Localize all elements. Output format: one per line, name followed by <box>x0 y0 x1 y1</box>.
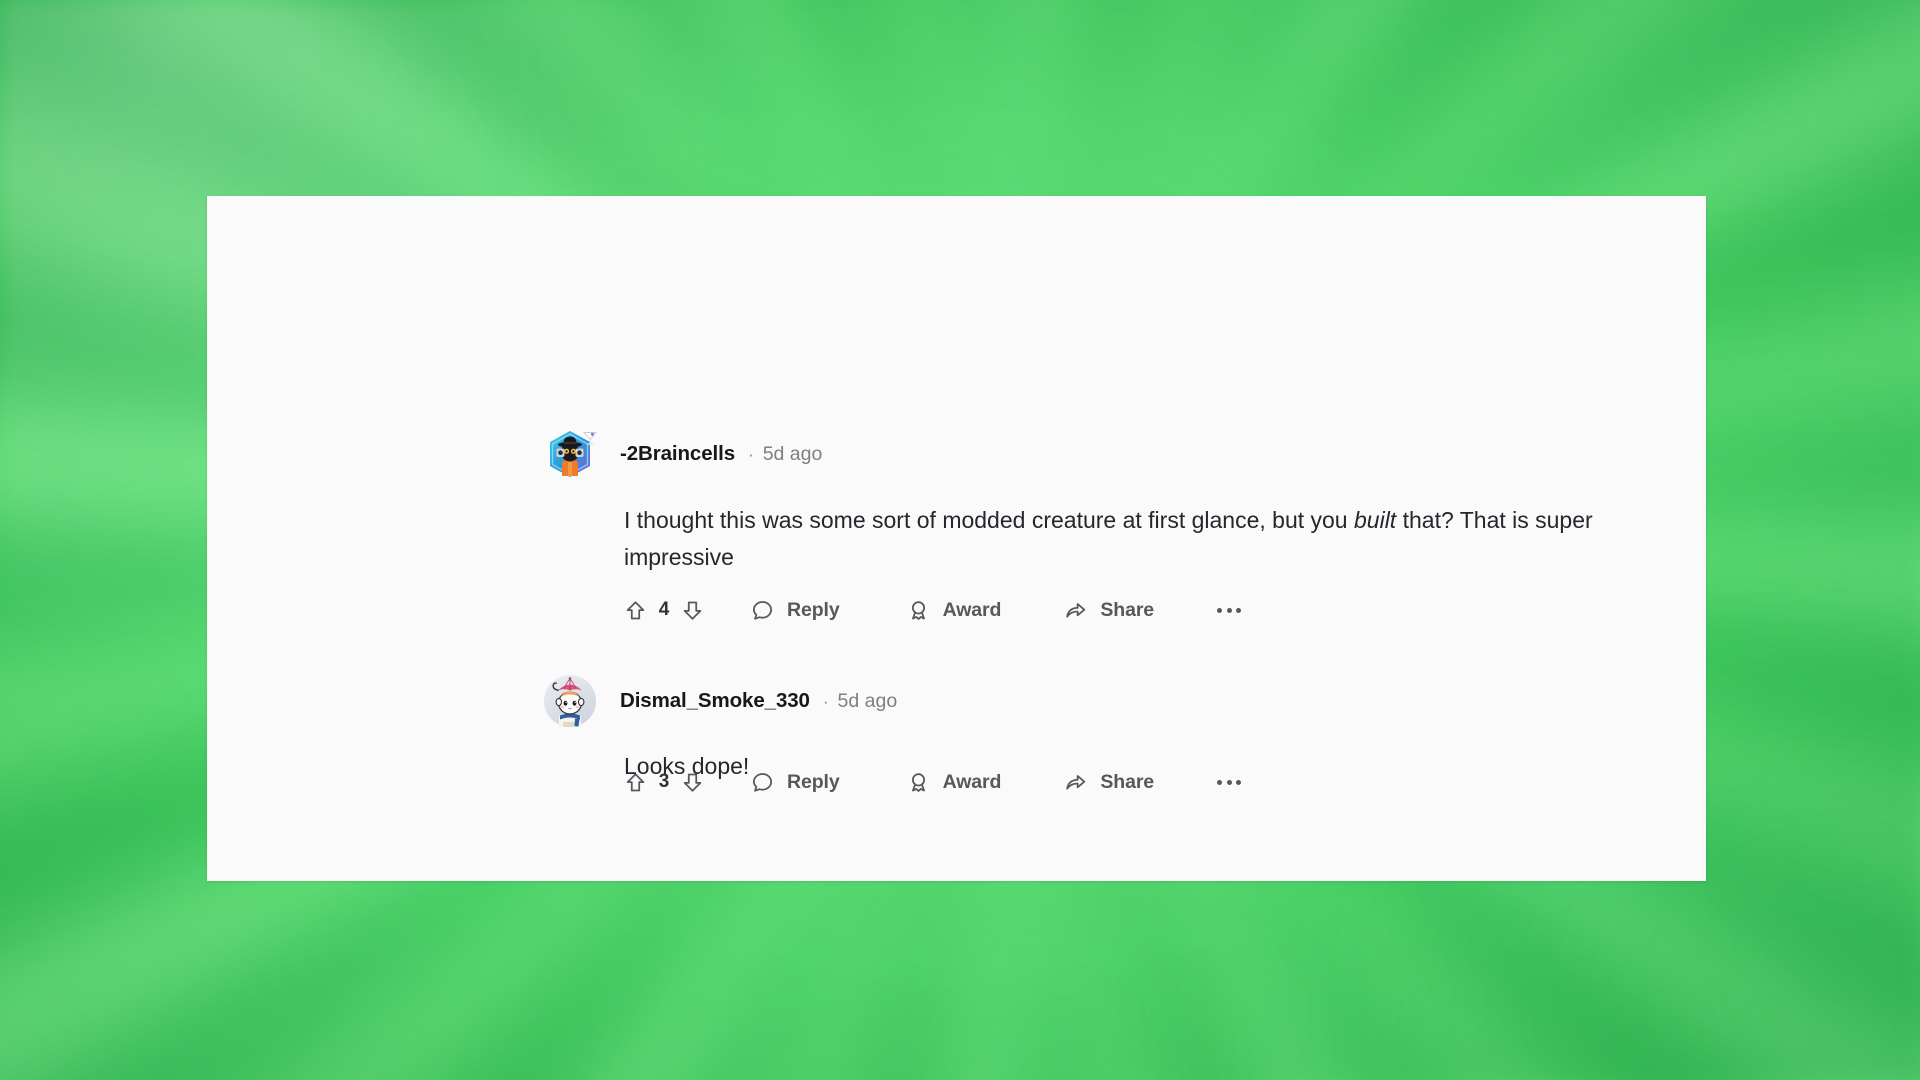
vote-count: 3 <box>658 771 670 792</box>
downvote-icon[interactable] <box>681 599 704 622</box>
vote-count: 4 <box>658 599 670 620</box>
award-label: Award <box>942 770 1002 793</box>
comment-thread-card: -2Braincells · 5d ago I thought this was… <box>207 196 1706 881</box>
share-button[interactable]: Share <box>1064 771 1154 794</box>
robot-hat-avatar-icon[interactable] <box>544 428 597 480</box>
comment-username[interactable]: Dismal_Smoke_330 <box>620 689 810 713</box>
reply-button[interactable]: Reply <box>751 771 840 794</box>
comment-header: Dismal_Smoke_330 · 5d ago <box>544 675 897 727</box>
dot <box>1226 607 1232 613</box>
share-button[interactable]: Share <box>1064 599 1154 622</box>
award-button[interactable]: Award <box>907 598 1002 622</box>
comment-header: -2Braincells · 5d ago <box>544 428 822 480</box>
comment-username[interactable]: -2Braincells <box>620 442 735 466</box>
comment-action-bar: 3 Reply Award Share <box>624 762 1242 802</box>
share-label: Share <box>1100 770 1155 793</box>
vote-group: 4 <box>624 599 704 622</box>
dot <box>1217 779 1223 785</box>
share-label: Share <box>1100 598 1155 621</box>
upvote-icon[interactable] <box>624 599 647 622</box>
award-ribbon-icon <box>907 771 930 794</box>
comment-bubble-icon <box>751 599 774 622</box>
dot <box>1236 607 1242 613</box>
comment-paragraph: I thought this was some sort of modded c… <box>624 502 1706 576</box>
comment-timestamp: 5d ago <box>762 442 823 465</box>
comment-bubble-icon <box>751 771 774 794</box>
reply-button[interactable]: Reply <box>751 599 840 622</box>
snoo-umbrella-scarf-avatar-icon[interactable] <box>544 675 596 727</box>
dot <box>1217 607 1223 613</box>
comment-text-part: I thought this was some sort of modded c… <box>624 507 1354 533</box>
separator-dot: · <box>822 691 829 711</box>
dot <box>1226 779 1232 785</box>
comment-timestamp: 5d ago <box>837 689 898 712</box>
reply-label: Reply <box>787 598 840 621</box>
vote-group: 3 <box>624 771 704 794</box>
upvote-icon[interactable] <box>624 771 647 794</box>
more-options-icon[interactable] <box>1217 607 1242 613</box>
share-arrow-icon <box>1064 771 1087 794</box>
award-button[interactable]: Award <box>907 770 1002 794</box>
award-label: Award <box>942 598 1002 621</box>
more-options-icon[interactable] <box>1217 779 1242 785</box>
dot <box>1236 779 1242 785</box>
reply-label: Reply <box>787 770 840 793</box>
award-ribbon-icon <box>907 599 930 622</box>
downvote-icon[interactable] <box>681 771 704 794</box>
separator-dot: · <box>748 444 754 464</box>
comment-text-emphasis: built <box>1354 507 1397 533</box>
share-arrow-icon <box>1064 599 1087 622</box>
comment-action-bar: 4 Reply Award Share <box>624 590 1242 630</box>
comment-body: I thought this was some sort of modded c… <box>624 502 1706 576</box>
